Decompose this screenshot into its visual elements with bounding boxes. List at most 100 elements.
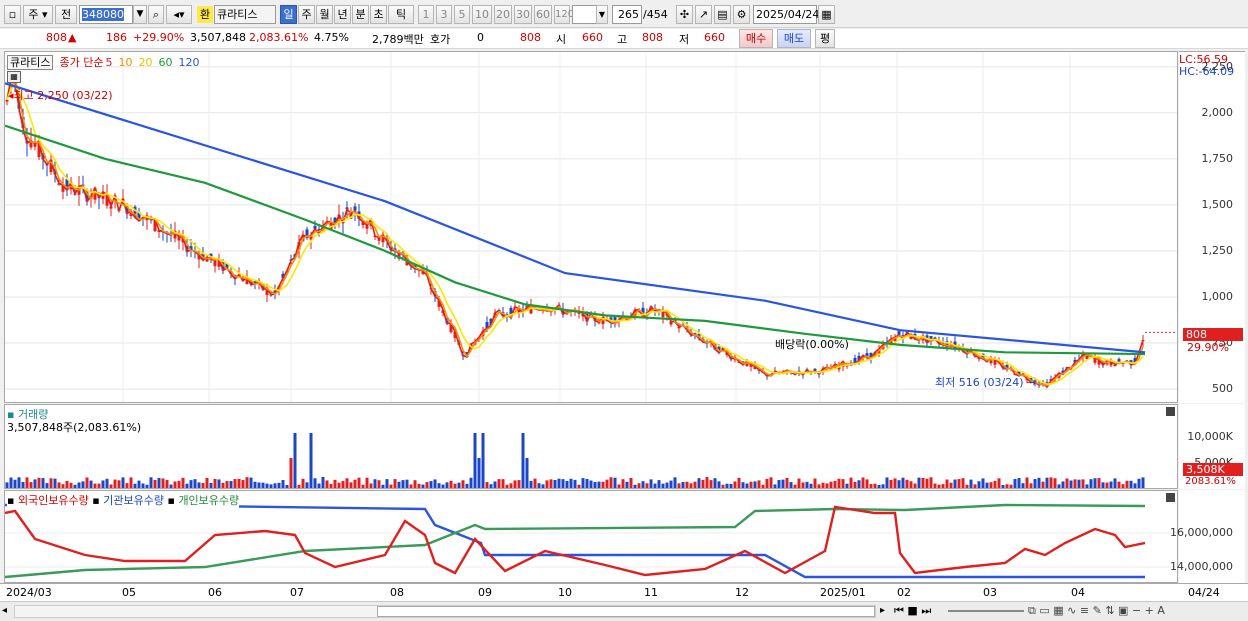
- frame-icon[interactable]: ▭: [1039, 604, 1049, 617]
- next-icon[interactable]: ⏭: [921, 604, 931, 617]
- prev-button[interactable]: 전: [55, 5, 77, 24]
- window-icon[interactable]: ▫: [4, 5, 21, 24]
- volume-pane-close-icon[interactable]: [1166, 407, 1175, 416]
- stop-icon[interactable]: ■: [907, 604, 917, 617]
- date-label: 10: [558, 586, 572, 599]
- date-input[interactable]: 2025/04/24: [753, 5, 819, 24]
- volume-bar: [1117, 481, 1121, 488]
- volume-bar: [1037, 477, 1041, 488]
- exchange-badge: 환: [197, 6, 213, 23]
- grid-icon[interactable]: ▦: [7, 71, 21, 83]
- rewind-icon[interactable]: ⏮: [894, 604, 904, 617]
- scroll-left-icon[interactable]: ◂: [2, 605, 7, 616]
- volume-bar: [833, 480, 837, 488]
- min-1[interactable]: 1: [418, 5, 434, 24]
- volume-pct-tag: 2083.61%: [1185, 476, 1236, 487]
- volume-bar: [889, 479, 893, 488]
- volume-bar: [929, 477, 933, 488]
- min-60[interactable]: 60: [534, 5, 552, 24]
- period-tick[interactable]: 틱: [388, 5, 414, 24]
- min-10[interactable]: 10: [472, 5, 492, 24]
- sell-button[interactable]: 매도: [777, 29, 811, 48]
- volume-bar: [329, 483, 333, 488]
- scroll-thumb[interactable]: [377, 606, 875, 617]
- volume-bar: [177, 480, 181, 488]
- speed-slider[interactable]: [948, 610, 1024, 612]
- volume-readout: 3,507,848주(2,083.61%): [7, 421, 142, 434]
- change-pct: +29.90%: [133, 31, 185, 44]
- volume-bar: [793, 484, 797, 488]
- save-icon[interactable]: ▤: [714, 5, 731, 24]
- volume-bar: [21, 481, 25, 488]
- volume-bar: [437, 483, 441, 488]
- volume-bar: [741, 482, 745, 488]
- sigma-icon[interactable]: ≡: [1080, 604, 1089, 617]
- volume-bar: [965, 484, 969, 488]
- date-label: 05: [122, 586, 136, 599]
- volume-bar: [229, 481, 233, 488]
- price-pane[interactable]: 큐라티스 종가 단순 5 10 20 60 120 ▦ ◂최고 2,250 (03/22) …: [4, 51, 1178, 403]
- wave-icon[interactable]: ∿: [1067, 604, 1076, 617]
- eval-button[interactable]: 평: [815, 29, 835, 48]
- volume-bar: [821, 482, 825, 488]
- period-year[interactable]: 년: [334, 5, 351, 24]
- low-value: 660: [704, 31, 725, 44]
- lock-icon[interactable]: ▣: [1118, 604, 1128, 617]
- volume-bar: [1121, 484, 1125, 488]
- period-second[interactable]: 초: [370, 5, 387, 24]
- count-input[interactable]: 265: [612, 5, 642, 24]
- scroll-right-icon[interactable]: ▸: [880, 605, 885, 616]
- min-3[interactable]: 3: [436, 5, 452, 24]
- link-icon[interactable]: ⇅: [1105, 604, 1114, 617]
- min-20[interactable]: 20: [494, 5, 512, 24]
- volume-bar: [669, 480, 673, 488]
- code-input[interactable]: 348080: [79, 5, 133, 24]
- pen-icon[interactable]: ✎: [1093, 604, 1102, 617]
- market-select[interactable]: 주 ▾: [23, 5, 53, 24]
- holding-pane-close-icon[interactable]: [1166, 493, 1175, 502]
- hoga-price: 808: [520, 31, 541, 44]
- min-5[interactable]: 5: [454, 5, 470, 24]
- font-icon[interactable]: A: [1157, 604, 1165, 617]
- count-total: /454: [643, 8, 668, 21]
- gear-icon[interactable]: ⚙: [733, 5, 750, 24]
- volume-bar: [1013, 478, 1017, 488]
- calendar-icon[interactable]: ▦: [818, 5, 835, 24]
- buy-button[interactable]: 매수: [739, 29, 773, 48]
- foreign-holding-label: 외국인보유수량: [17, 494, 89, 507]
- volume-bar: [221, 482, 225, 488]
- volume-bar: [81, 481, 85, 488]
- zoom-in-icon[interactable]: +: [1145, 604, 1154, 617]
- cross-icon[interactable]: ✣: [676, 5, 693, 24]
- draw-icon[interactable]: ↗: [695, 5, 712, 24]
- chevron-down-icon[interactable]: ▼: [596, 5, 608, 24]
- volume-bar: [53, 478, 57, 488]
- period-month[interactable]: 월: [316, 5, 333, 24]
- code-dropdown-icon[interactable]: ▼: [133, 5, 147, 24]
- volume-bar: [1041, 481, 1045, 488]
- volume-pane[interactable]: ▪ 거래량 3,507,848주(2,083.61%): [4, 404, 1178, 489]
- volume-bar: [705, 477, 709, 488]
- period-minute[interactable]: 분: [352, 5, 369, 24]
- volume-bar: [681, 481, 685, 488]
- speaker-icon[interactable]: ◂▾: [166, 5, 192, 24]
- volume-bar: [277, 482, 281, 488]
- volume-bar: [917, 477, 921, 488]
- period-week[interactable]: 주: [298, 5, 315, 24]
- table-icon[interactable]: ▦: [1053, 604, 1063, 617]
- min-120[interactable]: 120: [554, 5, 574, 24]
- zoom-out-icon[interactable]: −: [1132, 604, 1141, 617]
- scroll-track[interactable]: [14, 605, 876, 618]
- volume-bar: [241, 480, 245, 488]
- compare-icon[interactable]: ⧉: [1028, 604, 1036, 617]
- holding-pane[interactable]: ▪ 외국인보유수량 ▪ 기관보유수량 ▪ 개인보유수량: [4, 490, 1178, 583]
- volume-bar: [813, 478, 817, 488]
- search-icon[interactable]: ⌕: [148, 5, 164, 24]
- volume-bar: [49, 478, 53, 488]
- volume-bar: [505, 484, 509, 488]
- period-day[interactable]: 일: [280, 5, 297, 24]
- vol-tick-10000k: 10,000K: [1187, 430, 1233, 443]
- volume-bar: [509, 483, 513, 488]
- volume-bar: [389, 484, 393, 488]
- min-30[interactable]: 30: [514, 5, 532, 24]
